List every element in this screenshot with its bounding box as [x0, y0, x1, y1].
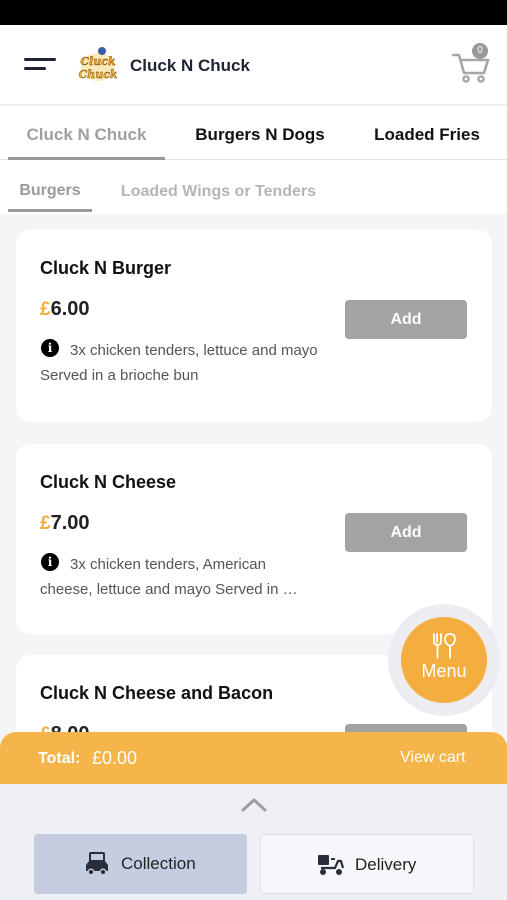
car-icon	[86, 852, 108, 876]
item-description: 3x chicken tenders, lettuce and mayo Ser…	[40, 342, 318, 384]
cart-summary-bar: Total: £0.00 View cart	[0, 732, 507, 784]
subtab-loaded-wings-or-tenders[interactable]: Loaded Wings or Tenders	[106, 172, 331, 212]
menu-button[interactable]: Menu	[401, 617, 487, 703]
item-name: Cluck N Cheese	[40, 472, 177, 492]
item-name: Cluck N Cheese and Bacon	[40, 683, 274, 703]
menu-item-card: Cluck N Burger £6.00 Add i 3x chicken te…	[16, 230, 492, 422]
item-description: 3x chicken tenders, American cheese, let…	[40, 556, 298, 598]
category-tabs: Cluck N Chuck Burgers N Dogs Loaded Frie…	[0, 106, 507, 160]
brand-logo: Cluck Chuck	[78, 47, 118, 81]
tab-cluck-n-chuck[interactable]: Cluck N Chuck	[8, 106, 165, 160]
svg-text:Chuck: Chuck	[78, 68, 117, 81]
cart-count-badge: 0	[472, 43, 488, 59]
add-button[interactable]: Add	[345, 513, 467, 552]
view-cart-link[interactable]: View cart	[400, 749, 466, 767]
menu-button-label: Menu	[421, 661, 467, 681]
svg-text:Cluck: Cluck	[80, 55, 116, 68]
chevron-up-icon[interactable]	[240, 796, 268, 812]
app-header: Cluck Chuck Cluck N Chuck 0	[0, 25, 507, 105]
subtab-burgers[interactable]: Burgers	[8, 172, 92, 212]
collection-label: Collection	[121, 854, 196, 873]
delivery-label: Delivery	[355, 855, 417, 874]
item-price: £6.00	[40, 298, 90, 320]
add-button[interactable]: Add	[345, 300, 467, 339]
collection-button[interactable]: Collection	[34, 834, 247, 894]
cart-button[interactable]: 0	[450, 43, 492, 85]
menu-item-card: Cluck N Cheese £7.00 Add i 3x chicken te…	[16, 444, 492, 634]
cutlery-icon	[433, 633, 456, 659]
subcategory-tabs: Burgers Loaded Wings or Tenders	[0, 160, 507, 214]
status-bar	[0, 0, 507, 25]
item-price: £7.00	[40, 512, 90, 534]
tab-loaded-fries[interactable]: Loaded Fries	[362, 106, 492, 160]
tab-burgers-n-dogs[interactable]: Burgers N Dogs	[186, 106, 334, 160]
total-value: £0.00	[92, 748, 138, 768]
delivery-button[interactable]: Delivery	[260, 834, 474, 894]
item-name: Cluck N Burger	[40, 258, 172, 278]
brand-name: Cluck N Chuck	[130, 56, 250, 75]
hamburger-icon[interactable]	[24, 55, 58, 75]
delivery-scooter-icon	[318, 855, 345, 875]
order-type-panel: Collection Delivery	[0, 784, 507, 900]
total-label: Total:	[38, 750, 81, 767]
